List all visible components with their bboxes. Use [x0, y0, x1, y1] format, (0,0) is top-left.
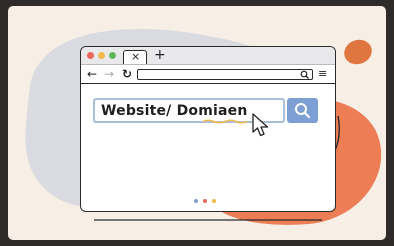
mouse-pointer-icon	[252, 113, 269, 137]
window-maximize-dot[interactable]	[109, 52, 116, 59]
address-search-icon	[300, 70, 310, 80]
window-close-dot[interactable]	[87, 52, 94, 59]
menu-icon[interactable]: ≡	[318, 68, 327, 80]
carousel-dots	[194, 199, 224, 205]
reload-icon[interactable]: ↻	[122, 65, 132, 83]
carousel-dot[interactable]	[212, 199, 216, 203]
carousel-dot[interactable]	[203, 199, 207, 203]
toolbar: ← → ↻ ≡	[81, 65, 335, 84]
illustration-frame: × + ← → ↻ ≡ Website/ Domiaen	[8, 6, 386, 240]
spellcheck-underline	[203, 119, 247, 124]
back-arrow-icon[interactable]: ←	[87, 65, 97, 83]
orange-small-blob	[344, 39, 372, 65]
carousel-dot[interactable]	[194, 199, 198, 203]
window-minimize-dot[interactable]	[98, 52, 105, 59]
tab-close-icon[interactable]: ×	[131, 50, 140, 64]
search-icon	[295, 103, 311, 119]
browser-tab[interactable]: ×	[123, 50, 147, 64]
new-tab-icon[interactable]: +	[154, 47, 166, 64]
address-bar[interactable]	[137, 69, 313, 80]
search-button[interactable]	[287, 98, 318, 123]
forward-arrow-icon[interactable]: →	[104, 65, 114, 83]
tab-bar: × +	[81, 47, 335, 65]
browser-window: × + ← → ↻ ≡ Website/ Domiaen	[80, 46, 336, 212]
search-input-value: Website/ Domiaen	[101, 103, 248, 119]
